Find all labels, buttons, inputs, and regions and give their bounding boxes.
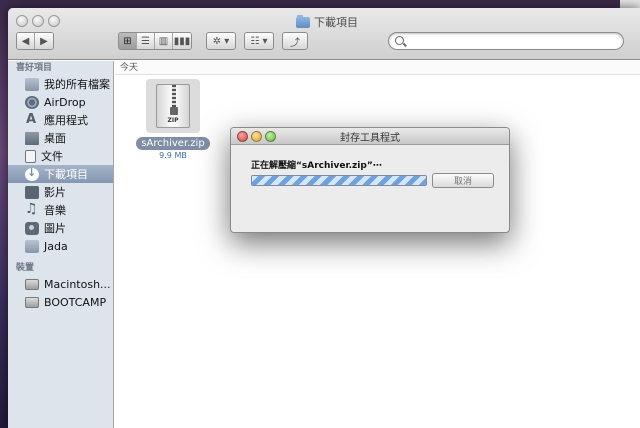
back-icon: ◀ [21, 35, 30, 47]
sidebar-item-all-my-files[interactable]: 我的所有檔案 [8, 75, 113, 93]
icon-view-icon: ⊞ [123, 35, 132, 47]
arrange-icon: ☷ ▾ [250, 35, 268, 47]
all-files-icon [25, 77, 39, 91]
airdrop-icon [25, 95, 39, 109]
sidebar-header-devices: 裝置 [16, 263, 35, 273]
sidebar-item-desktop[interactable]: 桌面 [8, 129, 113, 147]
applications-icon [25, 112, 39, 127]
search-icon [395, 36, 404, 45]
sidebar-item-label: 影片 [44, 186, 66, 199]
column-view-icon: ▥ [158, 35, 169, 47]
back-button[interactable]: ◀ [17, 33, 35, 49]
search-field[interactable] [388, 32, 624, 50]
share-icon: ⤴ [290, 37, 300, 49]
zip-icon-label: ZIP [167, 117, 179, 124]
view-list-button[interactable]: ☰ [137, 33, 155, 49]
sidebar-item-bootcamp[interactable]: BOOTCAMP [8, 293, 113, 311]
sidebar-item-label: BOOTCAMP [44, 295, 107, 309]
file-name: sArchiver.zip [136, 137, 210, 150]
progress-bar-fill [252, 176, 426, 185]
gear-icon: ✲ ▾ [212, 35, 230, 47]
documents-icon [25, 149, 36, 163]
sidebar-item-label: Jada [44, 239, 68, 253]
zoom-button[interactable] [48, 15, 60, 27]
window-title-text: 下載項目 [314, 16, 358, 29]
hard-disk-icon [25, 296, 39, 308]
pictures-icon [25, 221, 39, 235]
movies-icon [25, 185, 39, 199]
forward-icon: ▶ [40, 35, 48, 47]
sidebar-item-documents[interactable]: 文件 [8, 147, 113, 165]
hard-disk-icon [25, 278, 39, 290]
coverflow-view-icon: ▮▮▮ [173, 35, 191, 47]
sidebar-header-favorites: 喜好項目 [16, 63, 53, 73]
sidebar-item-label: 下載項目 [44, 168, 88, 181]
dialog-titlebar: 封存工具程式 [231, 128, 509, 145]
extraction-progress-bar [251, 175, 427, 186]
file-thumbnail: ZIP [146, 79, 200, 133]
zip-file-icon: ZIP [156, 84, 190, 128]
sidebar-item-pictures[interactable]: 圖片 [8, 219, 113, 237]
extraction-status-text: 正在解壓縮“sArchiver.zip”⋯ [251, 161, 382, 171]
window-title: 下載項目 [296, 14, 358, 30]
sidebar-item-label: AirDrop [44, 95, 86, 109]
back-forward-control: ◀ ▶ [16, 32, 54, 50]
desktop-icon [25, 131, 39, 145]
view-coverflow-button[interactable]: ▮▮▮ [173, 33, 191, 49]
folder-icon [296, 14, 310, 28]
view-mode-control: ⊞ ☰ ▥ ▮▮▮ [118, 32, 192, 50]
arrange-button[interactable]: ☷ ▾ [244, 32, 274, 50]
sidebar-item-applications[interactable]: 應用程式 [8, 111, 113, 129]
archive-utility-dialog: 封存工具程式 正在解壓縮“sArchiver.zip”⋯ 取消 [230, 127, 510, 233]
share-button[interactable]: ⤴ [282, 32, 308, 50]
sidebar: 喜好項目 我的所有檔案 AirDrop 應用程式 桌面 文件 下載項目 影片 [8, 61, 114, 428]
sidebar-item-airdrop[interactable]: AirDrop [8, 93, 113, 111]
file-browser-content: 今天 ZIP sArchiver.zip 9.9 MB [115, 61, 640, 428]
file-item-sarchiver-zip[interactable]: ZIP sArchiver.zip 9.9 MB [133, 79, 213, 160]
sidebar-item-home[interactable]: Jada [8, 237, 113, 255]
list-view-icon: ☰ [141, 35, 150, 47]
sidebar-item-label: 文件 [41, 150, 63, 163]
forward-button[interactable]: ▶ [35, 33, 53, 49]
sidebar-item-downloads[interactable]: 下載項目 [8, 165, 113, 183]
sidebar-item-movies[interactable]: 影片 [8, 183, 113, 201]
sidebar-item-label: 桌面 [44, 132, 66, 145]
downloads-icon [25, 166, 39, 181]
group-header-today: 今天 [115, 61, 640, 75]
sidebar-item-label: 圖片 [44, 222, 66, 235]
finder-titlebar: 下載項目 ◀ ▶ ⊞ ☰ ▥ ▮▮▮ ✲ ▾ ☷ ▾ ⤴ [8, 8, 640, 60]
minimize-button[interactable] [32, 15, 44, 27]
cancel-button[interactable]: 取消 [432, 173, 494, 188]
search-input[interactable] [409, 34, 619, 48]
home-folder-icon [25, 239, 39, 253]
view-icons-button[interactable]: ⊞ [119, 33, 137, 49]
file-size: 9.9 MB [159, 151, 187, 160]
close-button[interactable] [16, 15, 28, 27]
sidebar-item-label: 應用程式 [44, 114, 88, 127]
sidebar-item-music[interactable]: 音樂 [8, 201, 113, 219]
action-button[interactable]: ✲ ▾ [206, 32, 236, 50]
sidebar-item-label: Macintosh... [44, 277, 111, 291]
sidebar-item-label: 我的所有檔案 [44, 78, 110, 91]
view-columns-button[interactable]: ▥ [155, 33, 173, 49]
zipper-graphic [172, 85, 176, 109]
sidebar-item-label: 音樂 [44, 204, 66, 217]
zipper-pull-graphic [170, 107, 178, 115]
dialog-title: 封存工具程式 [340, 133, 400, 144]
sidebar-item-macintosh-hd[interactable]: Macintosh... [8, 275, 113, 293]
music-icon [25, 201, 39, 217]
